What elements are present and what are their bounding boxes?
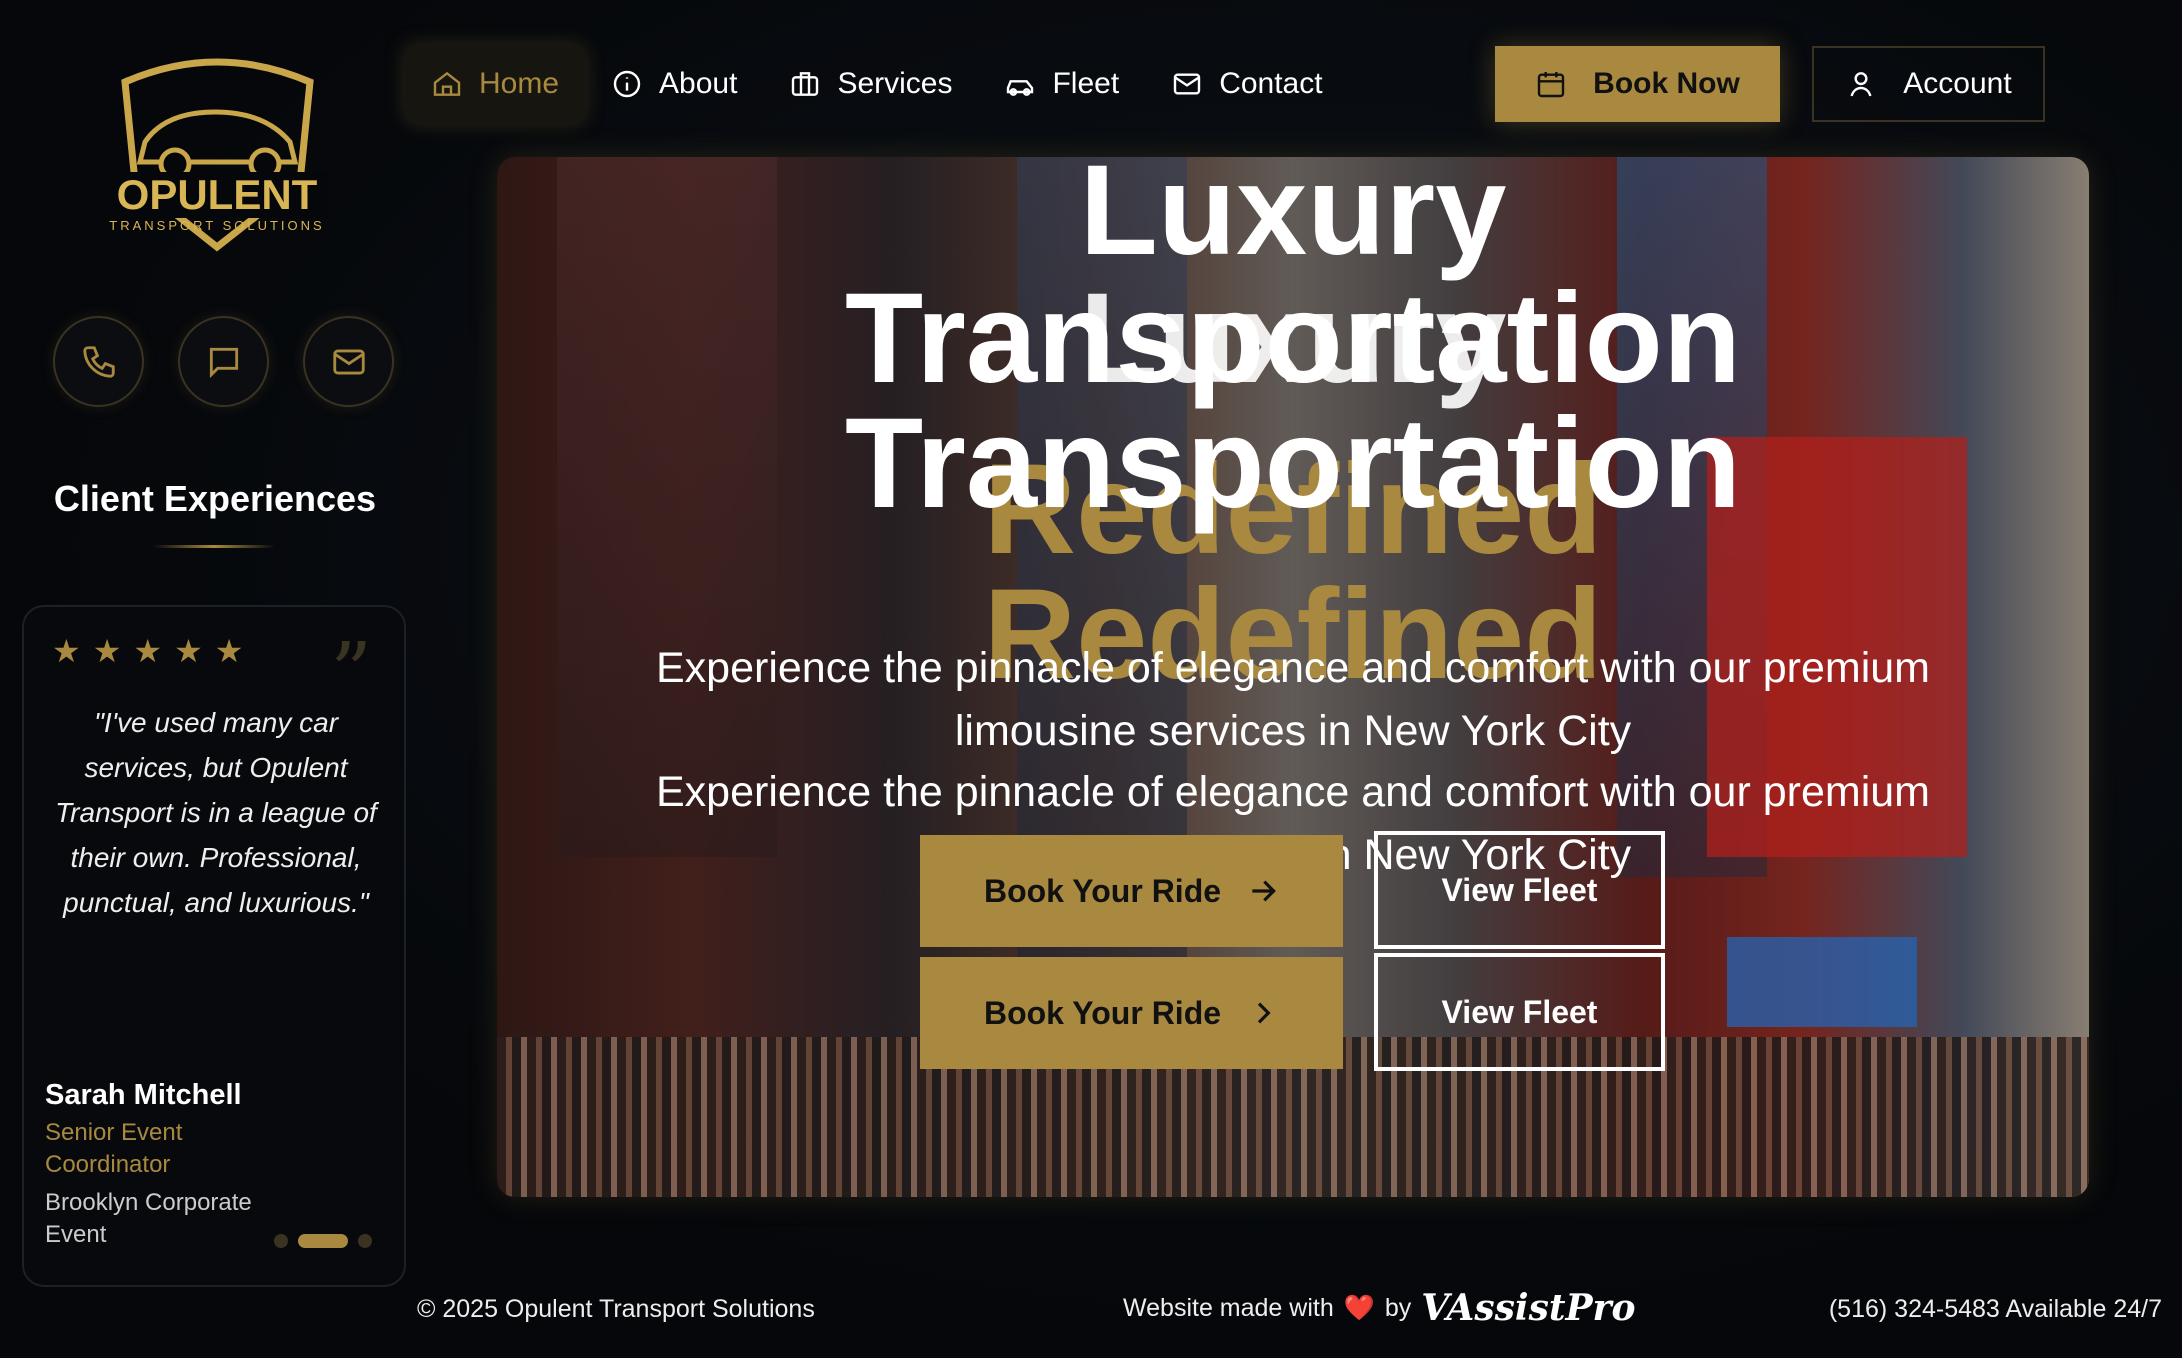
nav-fleet[interactable]: Fleet [978,45,1145,123]
review-text: "I've used many car services, but Opulen… [55,707,377,918]
logo-name: OPULENT [117,171,318,218]
nav-services-label: Services [837,67,953,100]
sidebar: OPULENT TRANSPORT SOLUTIONS Client Exper… [0,0,430,1358]
account-label: Account [1903,67,2012,100]
footer-phone[interactable]: (516) 324-5483 Available 24/7 [1829,1295,2162,1324]
book-ride-label: Book Your Ride [983,994,1222,1031]
background-screen [1727,937,1917,1027]
star-icon: ★ [214,633,244,669]
star-icon: ★ [92,633,122,669]
carousel-dot[interactable] [358,1234,372,1248]
rating-stars: ★ ★ ★ ★ ★ [52,635,243,667]
nav-contact[interactable]: Contact [1145,45,1348,123]
heart-icon: ❤️ [1343,1293,1375,1322]
chat-button[interactable] [178,316,269,407]
nav-home[interactable]: Home [405,45,586,123]
book-ride-button[interactable]: Book Your Ride [920,957,1343,1069]
chat-icon [209,347,238,378]
phone-button[interactable] [53,316,144,407]
phone-icon [82,345,115,378]
hero-title-transportation-echo: Transportation [844,392,1742,535]
nav-contact-label: Contact [1219,67,1323,100]
nav-about[interactable]: About [585,45,763,123]
mail-icon [332,348,365,375]
by-text: by [1384,1293,1412,1322]
quick-contact [53,316,394,407]
mail-icon [1173,73,1201,95]
nav-home-label: Home [479,67,560,100]
user-icon [1850,72,1872,97]
chevron-right-icon [1257,1002,1271,1024]
main-nav: Home About Services Fleet Contact [405,45,1349,123]
hero-section: Luxury Transportation Luxury Redefined T… [497,157,2089,1197]
title-divider [153,545,275,548]
carousel-dots [274,1234,372,1248]
email-button[interactable] [303,316,394,407]
star-icon: ★ [52,633,81,669]
logo-tagline: TRANSPORT SOLUTIONS [109,218,324,233]
hero-title-luxury: Luxury [1079,157,1507,282]
credits: Website made with ❤️ by VAssistPro [1123,1287,1636,1329]
home-icon [433,71,461,96]
car-icon [1007,80,1034,96]
reviewer-name: Sarah Mitchell [45,1079,242,1111]
reviewer-role: Senior Event Coordinator [45,1119,183,1178]
nav-about-label: About [659,67,738,100]
book-now-label: Book Now [1593,67,1740,100]
copyright: © 2025 Opulent Transport Solutions [417,1295,815,1323]
book-ride-button[interactable]: Book Your Ride [920,835,1343,947]
book-now-button[interactable]: Book Now [1495,46,1780,122]
view-fleet-button[interactable]: View Fleet [1374,953,1665,1071]
nav-services[interactable]: Services [763,45,978,123]
made-with-text: Website made with [1123,1293,1334,1322]
view-fleet-label: View Fleet [1441,871,1598,908]
opulent-logo[interactable]: OPULENT TRANSPORT SOLUTIONS [105,52,330,262]
section-title: Client Experiences [53,478,377,519]
hero-subtitle: Experience the pinnacle of elegance and … [656,644,1930,755]
star-icon: ★ [133,633,163,669]
reviewer-event: Brooklyn Corporate Event [45,1189,252,1248]
info-icon [613,70,641,98]
nav-fleet-label: Fleet [1052,67,1120,100]
calendar-icon [1537,72,1565,98]
arrow-right-icon [1252,880,1276,902]
review-card: ★ ★ ★ ★ ★ ” "I've used many car services… [22,605,406,1287]
view-fleet-button[interactable]: View Fleet [1374,831,1665,949]
vassistpro-link[interactable]: VAssistPro [1421,1287,1635,1329]
account-button[interactable]: Account [1812,46,2045,122]
hero-title-luxury-echo: Luxury [1079,267,1507,410]
star-icon: ★ [174,633,203,669]
view-fleet-label: View Fleet [1441,993,1598,1030]
book-ride-label: Book Your Ride [983,872,1222,909]
carousel-dot-active[interactable] [298,1234,348,1248]
briefcase-icon [792,72,819,96]
carousel-dot[interactable] [274,1234,288,1248]
